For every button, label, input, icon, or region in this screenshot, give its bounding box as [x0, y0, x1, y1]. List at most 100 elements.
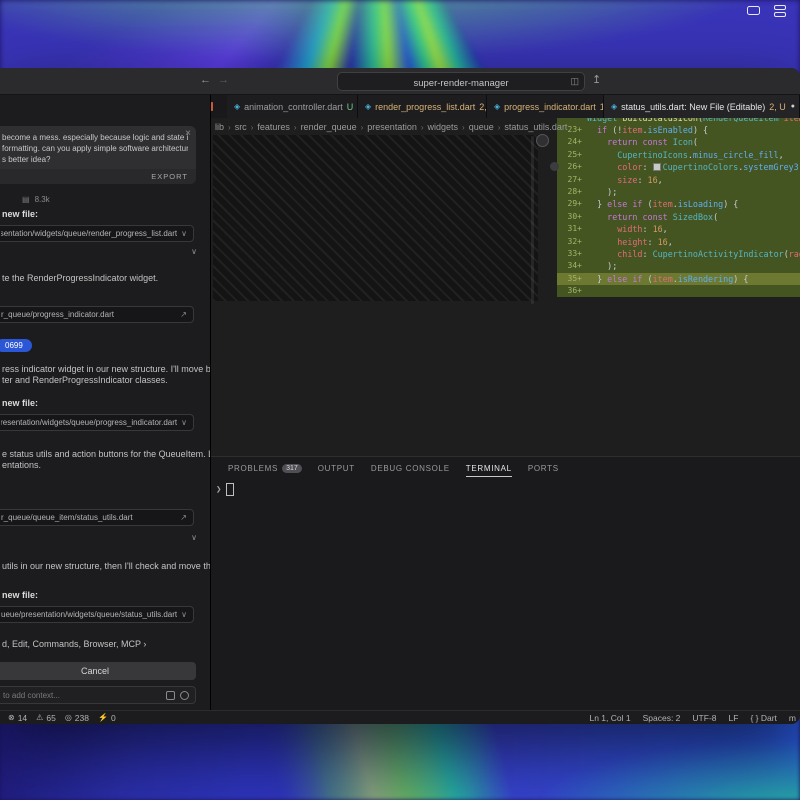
chat-message-line: become a mess. especially because logic …	[2, 132, 188, 143]
close-icon[interactable]: ×	[185, 128, 191, 139]
back-icon[interactable]: ←	[200, 74, 211, 86]
mention-icon[interactable]	[180, 691, 189, 700]
status-bolt[interactable]: ⚡0	[98, 713, 116, 723]
breadcrumb-item[interactable]: presentation	[367, 122, 417, 132]
line-number: 24+	[557, 136, 587, 148]
dart-file-icon: ◈	[494, 102, 500, 111]
code-token: (	[713, 212, 718, 222]
editor-tab[interactable]: ◈animation_controller.dartU	[227, 95, 358, 118]
breadcrumb-item[interactable]: features	[257, 122, 290, 132]
panel-tab-debug-console[interactable]: DEBUG CONSOLE	[371, 464, 450, 473]
chat-text-block: utils in our new structure, then I'll ch…	[0, 561, 210, 572]
panel-tab-ports[interactable]: PORTS	[528, 464, 559, 473]
language-mode[interactable]: { } Dart	[750, 713, 776, 723]
image-icon[interactable]	[166, 691, 175, 700]
tab-git-badge: 2, U	[769, 102, 786, 112]
chat-input[interactable]	[0, 686, 196, 704]
panel-tab-terminal[interactable]: TERMINAL	[466, 464, 512, 473]
indentation[interactable]: Spaces: 2	[643, 713, 681, 723]
code-token: 16	[658, 237, 668, 247]
diff-swap-button[interactable]	[536, 134, 549, 147]
status-error[interactable]: ⊗14	[8, 713, 27, 723]
code-token: return	[607, 212, 637, 222]
titlebar[interactable]: ← → super-render-manager ◫ ↥	[0, 68, 800, 95]
bolt-icon: ⚡	[98, 713, 108, 722]
panel-tab-output[interactable]: OUTPUT	[318, 464, 355, 473]
code-line: 29+ } else if (item.isLoading) {	[557, 198, 800, 210]
line-number: 29+	[557, 198, 587, 210]
customize-layout-icon[interactable]: ◫	[570, 73, 579, 90]
command-center[interactable]: super-render-manager ◫	[337, 72, 585, 91]
file-chip[interactable]: r_queue/progress_indicator.dart↗	[0, 306, 194, 323]
chevron-down-icon[interactable]: ∨	[181, 610, 187, 619]
chevron-down-icon[interactable]: ∨	[181, 418, 187, 427]
external-link-icon[interactable]: ↗	[180, 310, 187, 319]
breadcrumb-item[interactable]: render_queue	[301, 122, 357, 132]
chevron-down-icon[interactable]: ∨	[181, 229, 187, 238]
code-token: Icon	[673, 137, 693, 147]
code-token: item	[653, 274, 673, 284]
code-token	[587, 212, 607, 222]
breadcrumb-item[interactable]: widgets	[428, 122, 459, 132]
chat-panel: × become a mess. especially because logi…	[0, 95, 211, 710]
breadcrumb-item[interactable]: src	[235, 122, 247, 132]
status-info[interactable]: ◎238	[65, 713, 89, 723]
cancel-button[interactable]: Cancel	[0, 662, 196, 680]
code-token	[587, 137, 607, 147]
status-warning[interactable]: ⚠65	[36, 713, 56, 723]
breadcrumb-item[interactable]: status_utils.dart	[504, 122, 567, 132]
chevron-down-icon[interactable]: ∨	[191, 533, 197, 542]
forward-icon[interactable]: →	[218, 74, 229, 86]
share-icon[interactable]: ↥	[592, 73, 601, 86]
display-icon[interactable]	[747, 6, 760, 15]
terminal[interactable]: ❯	[216, 483, 234, 496]
code-line: 35+ } else if (item.isRendering) {	[557, 273, 800, 285]
file-chip[interactable]: presentation/widgets/queue/progress_indi…	[0, 414, 194, 431]
control-center-icon[interactable]	[774, 5, 786, 17]
line-number: 32+	[557, 236, 587, 248]
editor-tab[interactable]: ◈progress_indicator.dart1, U	[487, 95, 604, 118]
code-token: Widget	[587, 118, 617, 123]
cursor-position[interactable]: Ln 1, Col 1	[589, 713, 630, 723]
code-line: 27+ size: 16,	[557, 174, 800, 186]
file-chip[interactable]: r_queue/queue_item/status_utils.dart↗	[0, 509, 194, 526]
file-chip[interactable]: presentation/widgets/queue/render_progre…	[0, 225, 194, 242]
commit-pill[interactable]: 0699	[0, 339, 32, 352]
window-title: super-render-manager	[413, 78, 508, 89]
export-button[interactable]: EXPORT	[0, 169, 196, 184]
panel-tab-problems[interactable]: PROBLEMS317	[228, 464, 302, 473]
line-number: 28+	[557, 186, 587, 198]
line-number: 30+	[557, 211, 587, 223]
chat-message-line: s better idea?	[2, 154, 188, 165]
status-left: ⊗14 ⚠65 ◎238 ⚡0	[0, 713, 116, 723]
code-token: (!	[607, 125, 622, 135]
chevron-right-icon: ›	[421, 123, 424, 132]
breadcrumb-item[interactable]: queue	[469, 122, 494, 132]
editor-tab[interactable]: ◈render_progress_list.dart2, U	[358, 95, 487, 118]
code-token: isLoading	[678, 199, 723, 209]
external-link-icon[interactable]: ↗	[180, 513, 187, 522]
desktop: ← → super-render-manager ◫ ↥ +◫▣↻⚙ ◈anim…	[0, 0, 800, 800]
collapse-row: ∨	[0, 534, 210, 543]
code-token: if	[632, 274, 642, 284]
code-token: 16	[648, 175, 658, 185]
code-token: systemGrey3	[743, 162, 798, 172]
code-token: (	[693, 137, 698, 147]
branch-partial[interactable]: m	[789, 713, 796, 723]
eol[interactable]: LF	[729, 713, 739, 723]
file-chip[interactable]: queue/presentation/widgets/queue/status_…	[0, 606, 194, 623]
code-line: 32+ height: 16,	[557, 236, 800, 248]
new-file-label: new file:	[0, 209, 210, 219]
bottom-panel: PROBLEMS317 OUTPUT DEBUG CONSOLE TERMINAL PO…	[210, 456, 800, 710]
breadcrumb-item[interactable]: lib	[215, 122, 224, 132]
file-path: presentation/widgets/queue/render_progre…	[1, 229, 177, 238]
code-line: 28+ );	[557, 186, 800, 198]
diff-modified-pane[interactable]: Widget buildStatusIcon(RenderQueueItem i…	[557, 118, 800, 456]
scrollbar[interactable]	[531, 136, 534, 304]
editor-tab[interactable]: ◈status_utils.dart: New File (Editable)2…	[604, 95, 800, 118]
chevron-down-icon[interactable]: ∨	[191, 247, 197, 256]
code-token: const	[642, 212, 667, 222]
chat-input-field[interactable]	[1, 690, 161, 701]
code-token	[587, 150, 617, 160]
encoding[interactable]: UTF-8	[692, 713, 716, 723]
